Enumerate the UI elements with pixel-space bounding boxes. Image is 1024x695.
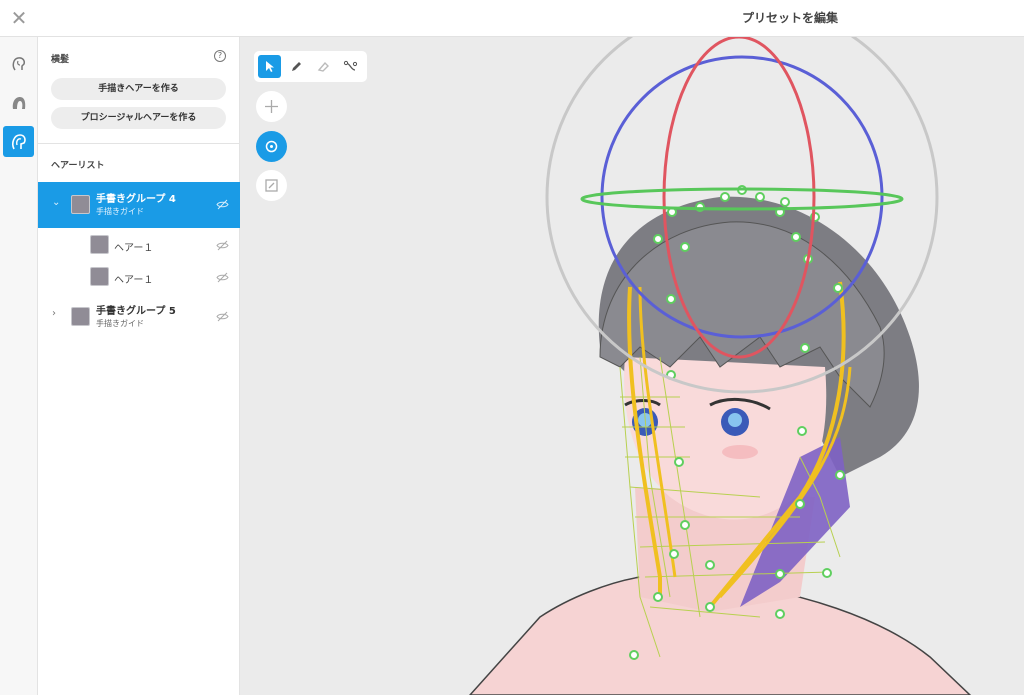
color-swatch[interactable] [90,267,109,286]
visibility-hidden-icon[interactable] [216,310,229,323]
category-sidebar [0,37,38,695]
hair-item-row[interactable]: ヘアー１ [38,265,240,291]
group-name: 手書きグループ 4 [96,194,176,205]
visibility-hidden-icon[interactable] [216,271,229,284]
model-scene[interactable] [240,37,1024,695]
pen-tool-button[interactable] [285,55,308,78]
category-hair-button[interactable] [3,87,34,118]
color-swatch[interactable] [90,235,109,254]
curve-tool-button[interactable] [339,55,362,78]
chevron-down-icon[interactable]: ⌄ [52,197,60,208]
color-swatch[interactable] [71,307,90,326]
title-bar: ✕ プリセットを編集 [0,0,1024,37]
3d-viewport[interactable] [240,37,1024,695]
scale-button[interactable] [256,170,287,201]
close-icon: ✕ [10,6,28,30]
right-eye-iris [728,413,742,427]
hair-group-row[interactable]: ⌄ 手書きグループ 4 手描きガイド [38,182,240,228]
create-hand-drawn-hair-button[interactable]: 手描きヘアーを作る [51,78,226,100]
scale-icon [265,179,278,192]
section-title: 横髪 [51,55,70,65]
window-title: プリセットを編集 [741,11,838,25]
category-head-button[interactable] [3,48,34,79]
tool-bar [254,51,367,82]
hair-item-name: ヘアー１ [114,243,154,254]
visibility-hidden-icon[interactable] [216,239,229,252]
group-subtitle: 手描きガイド [96,207,144,216]
create-procedural-hair-button[interactable]: プロシージャルヘアーを作る [51,107,226,129]
group-subtitle: 手描きガイド [96,319,144,328]
select-tool-button[interactable] [258,55,281,78]
head-icon [12,57,25,71]
color-swatch[interactable] [71,195,90,214]
curve-icon [343,60,358,71]
divider [38,143,240,144]
hair-edit-icon [12,134,26,150]
move-button[interactable] [256,91,287,122]
pen-icon [292,62,301,71]
rotate-icon [265,140,278,153]
cheek-blush [722,445,758,459]
hair-item-row[interactable]: ヘアー１ [38,233,240,259]
hair-item-name: ヘアー１ [114,275,154,286]
help-icon[interactable]: ? [214,50,226,62]
move-icon [265,100,278,113]
chevron-right-icon[interactable]: › [52,308,56,319]
hair-silhouette-icon [12,97,26,109]
close-button[interactable]: ✕ [8,7,30,29]
visibility-hidden-icon[interactable] [216,198,229,211]
eraser-tool-button[interactable] [312,55,335,78]
eraser-icon [317,61,329,72]
category-hair-edit-button[interactable] [3,126,34,157]
hair-panel: 横髪 ? 手描きヘアーを作る プロシージャルヘアーを作る ヘアーリスト ⌄ 手書… [38,37,240,695]
hair-list-title: ヘアーリスト [51,161,105,171]
rotate-button[interactable] [256,131,287,162]
cursor-icon [266,61,274,72]
group-name: 手書きグループ 5 [96,306,176,317]
hair-group-row[interactable]: › 手書きグループ 5 手描きガイド [38,296,240,336]
